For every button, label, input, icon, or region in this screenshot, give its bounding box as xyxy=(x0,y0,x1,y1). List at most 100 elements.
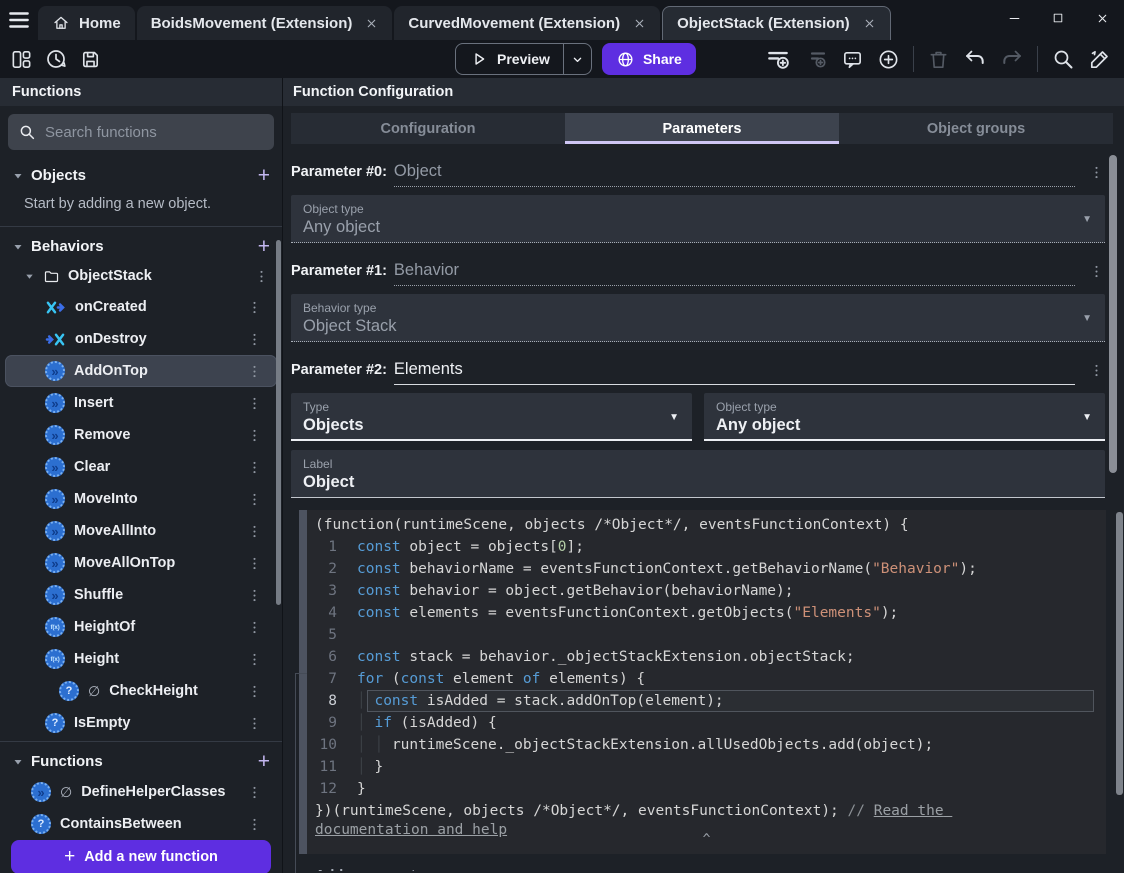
sidebar-item-clear[interactable]: » Clear xyxy=(5,451,277,483)
objects-section-header[interactable]: Objects + xyxy=(0,161,282,190)
sidebar-item-shuffle[interactable]: » Shuffle xyxy=(5,579,277,611)
share-button[interactable]: Share xyxy=(601,43,696,75)
layout-button[interactable] xyxy=(10,47,33,71)
code-line-9[interactable]: 9 │ if (isAdded) { xyxy=(315,712,1106,734)
search-box[interactable] xyxy=(8,114,274,150)
redo-button[interactable] xyxy=(1000,47,1024,71)
tab-objectstack-extension[interactable]: ObjectStack (Extension) xyxy=(662,6,891,40)
tab-curvedmovement-extension[interactable]: CurvedMovement (Extension) xyxy=(394,6,661,40)
code-line-3[interactable]: 3 const behavior = object.getBehavior(beh… xyxy=(315,580,1106,602)
parameter-menu-button[interactable] xyxy=(1088,362,1105,385)
add-circle-button[interactable] xyxy=(877,48,900,71)
parameter-menu-button[interactable] xyxy=(1088,164,1105,187)
folder-menu-button[interactable] xyxy=(253,268,270,285)
preview-button[interactable]: Preview xyxy=(456,49,563,69)
sidebar-item-checkheight[interactable]: ? ∅ CheckHeight xyxy=(5,675,277,707)
search-button[interactable] xyxy=(1051,47,1075,71)
item-menu-button[interactable] xyxy=(246,523,263,540)
item-menu-button[interactable] xyxy=(246,816,263,833)
item-menu-button[interactable] xyxy=(246,715,263,732)
parameter-menu-button[interactable] xyxy=(1088,263,1105,286)
add-subevent-button[interactable] xyxy=(804,47,828,71)
add-new-function-button[interactable]: + Add a new function xyxy=(11,840,271,873)
close-tab-icon[interactable] xyxy=(633,17,646,30)
tab-configuration[interactable]: Configuration xyxy=(291,113,565,144)
add-free-function-button[interactable]: + xyxy=(258,751,270,772)
item-menu-button[interactable] xyxy=(246,427,263,444)
preview-options-button[interactable] xyxy=(564,44,591,74)
behaviors-section-header[interactable]: Behaviors + xyxy=(0,232,282,261)
sidebar-item-isempty[interactable]: ? IsEmpty xyxy=(5,707,277,739)
add-object-button[interactable]: + xyxy=(258,165,270,186)
code-editor[interactable]: (function(runtimeScene, objects /*Object… xyxy=(307,510,1106,854)
code-line-1[interactable]: 1 const object = objects[0]; xyxy=(315,536,1106,558)
code-line-2[interactable]: 2 const behaviorName = eventsFunctionCont… xyxy=(315,558,1106,580)
code-line-11[interactable]: 11 │ } xyxy=(315,756,1106,778)
menu-button[interactable] xyxy=(0,0,38,40)
tab-object-groups[interactable]: Object groups xyxy=(839,113,1113,144)
sidebar-item-heightof[interactable]: f(x) HeightOf xyxy=(5,611,277,643)
history-button[interactable] xyxy=(44,47,68,71)
window-maximize-button[interactable] xyxy=(1036,0,1080,36)
sidebar-item-oncreated[interactable]: onCreated xyxy=(5,291,277,323)
select-object-type[interactable]: Object type Any object ▼ xyxy=(291,195,1105,243)
sidebar-item-definehelperclasses[interactable]: » ∅ DefineHelperClasses xyxy=(5,776,277,808)
item-menu-button[interactable] xyxy=(246,587,263,604)
item-menu-button[interactable] xyxy=(246,619,263,636)
code-editor-drag-handle[interactable] xyxy=(299,510,307,854)
sidebar-item-addontop[interactable]: » AddOnTop xyxy=(5,355,277,387)
code-line-10[interactable]: 10 │ │ runtimeScene._objectStackExtension… xyxy=(315,734,1106,756)
sidebar-item-insert[interactable]: » Insert xyxy=(5,387,277,419)
item-menu-button[interactable] xyxy=(246,459,263,476)
item-menu-button[interactable] xyxy=(246,299,263,316)
sidebar-item-height[interactable]: f(x) Height xyxy=(5,643,277,675)
code-line-8[interactable]: 8 │ const isAdded = stack.addOnTop(elemen… xyxy=(315,690,1106,712)
item-menu-button[interactable] xyxy=(246,651,263,668)
item-menu-button[interactable] xyxy=(246,363,263,380)
tab-boidsmovement-extension[interactable]: BoidsMovement (Extension) xyxy=(136,6,393,40)
code-line-4[interactable]: 4 const elements = eventsFunctionContext.… xyxy=(315,602,1106,624)
edit-pen-button[interactable] xyxy=(1088,47,1112,71)
undo-button[interactable] xyxy=(963,47,987,71)
sidebar-item-remove[interactable]: » Remove xyxy=(5,419,277,451)
item-menu-button[interactable] xyxy=(246,331,263,348)
trash-button[interactable] xyxy=(927,48,950,71)
parameter-name-input[interactable]: Behavior xyxy=(393,261,1075,286)
item-menu-button[interactable] xyxy=(246,683,263,700)
sidebar-item-moveallinto[interactable]: » MoveAllInto xyxy=(5,515,277,547)
tab-home[interactable]: Home xyxy=(38,6,135,40)
select-behavior-type[interactable]: Behavior type Object Stack ▼ xyxy=(291,294,1105,342)
window-minimize-button[interactable] xyxy=(992,0,1036,36)
code-line-6[interactable]: 6 const stack = behavior._objectStackExte… xyxy=(315,646,1106,668)
parameter-name-input[interactable]: Object xyxy=(393,162,1075,187)
window-close-button[interactable] xyxy=(1080,0,1124,36)
behavior-folder-objectstack[interactable]: ObjectStack xyxy=(0,261,282,291)
sidebar-item-moveallontop[interactable]: » MoveAllOnTop xyxy=(5,547,277,579)
close-tab-icon[interactable] xyxy=(863,17,876,30)
item-menu-button[interactable] xyxy=(246,395,263,412)
search-input[interactable] xyxy=(45,123,264,141)
sidebar-item-containsbetween[interactable]: ? ContainsBetween xyxy=(5,808,277,840)
code-line-12[interactable]: 12} xyxy=(315,778,1106,800)
item-menu-button[interactable] xyxy=(246,784,263,801)
item-menu-button[interactable] xyxy=(246,555,263,572)
parameters-scrollbar[interactable] xyxy=(1109,155,1117,473)
sidebar-item-moveinto[interactable]: » MoveInto xyxy=(5,483,277,515)
code-line-5[interactable]: 5 xyxy=(315,624,1106,646)
comment-button[interactable] xyxy=(841,48,864,71)
add-event-button[interactable] xyxy=(765,46,791,72)
close-tab-icon[interactable] xyxy=(365,17,378,30)
sidebar-scrollbar[interactable] xyxy=(276,240,281,605)
parameter-name-input[interactable]: Elements xyxy=(393,360,1075,385)
collapse-handle[interactable]: ^ xyxy=(703,829,711,851)
item-menu-button[interactable] xyxy=(246,491,263,508)
code-editor-scrollbar[interactable] xyxy=(1116,512,1123,795)
functions-section-header[interactable]: Functions + xyxy=(0,747,282,776)
select-type[interactable]: Type Objects ▼ xyxy=(291,393,692,441)
code-line-7[interactable]: 7 for (const element of elements) { xyxy=(315,668,1106,690)
input-label[interactable]: Label Object xyxy=(291,450,1105,498)
sidebar-item-ondestroy[interactable]: onDestroy xyxy=(5,323,277,355)
select-object-type[interactable]: Object type Any object ▼ xyxy=(704,393,1105,441)
save-button[interactable] xyxy=(79,47,102,71)
tab-parameters[interactable]: Parameters xyxy=(565,113,839,144)
